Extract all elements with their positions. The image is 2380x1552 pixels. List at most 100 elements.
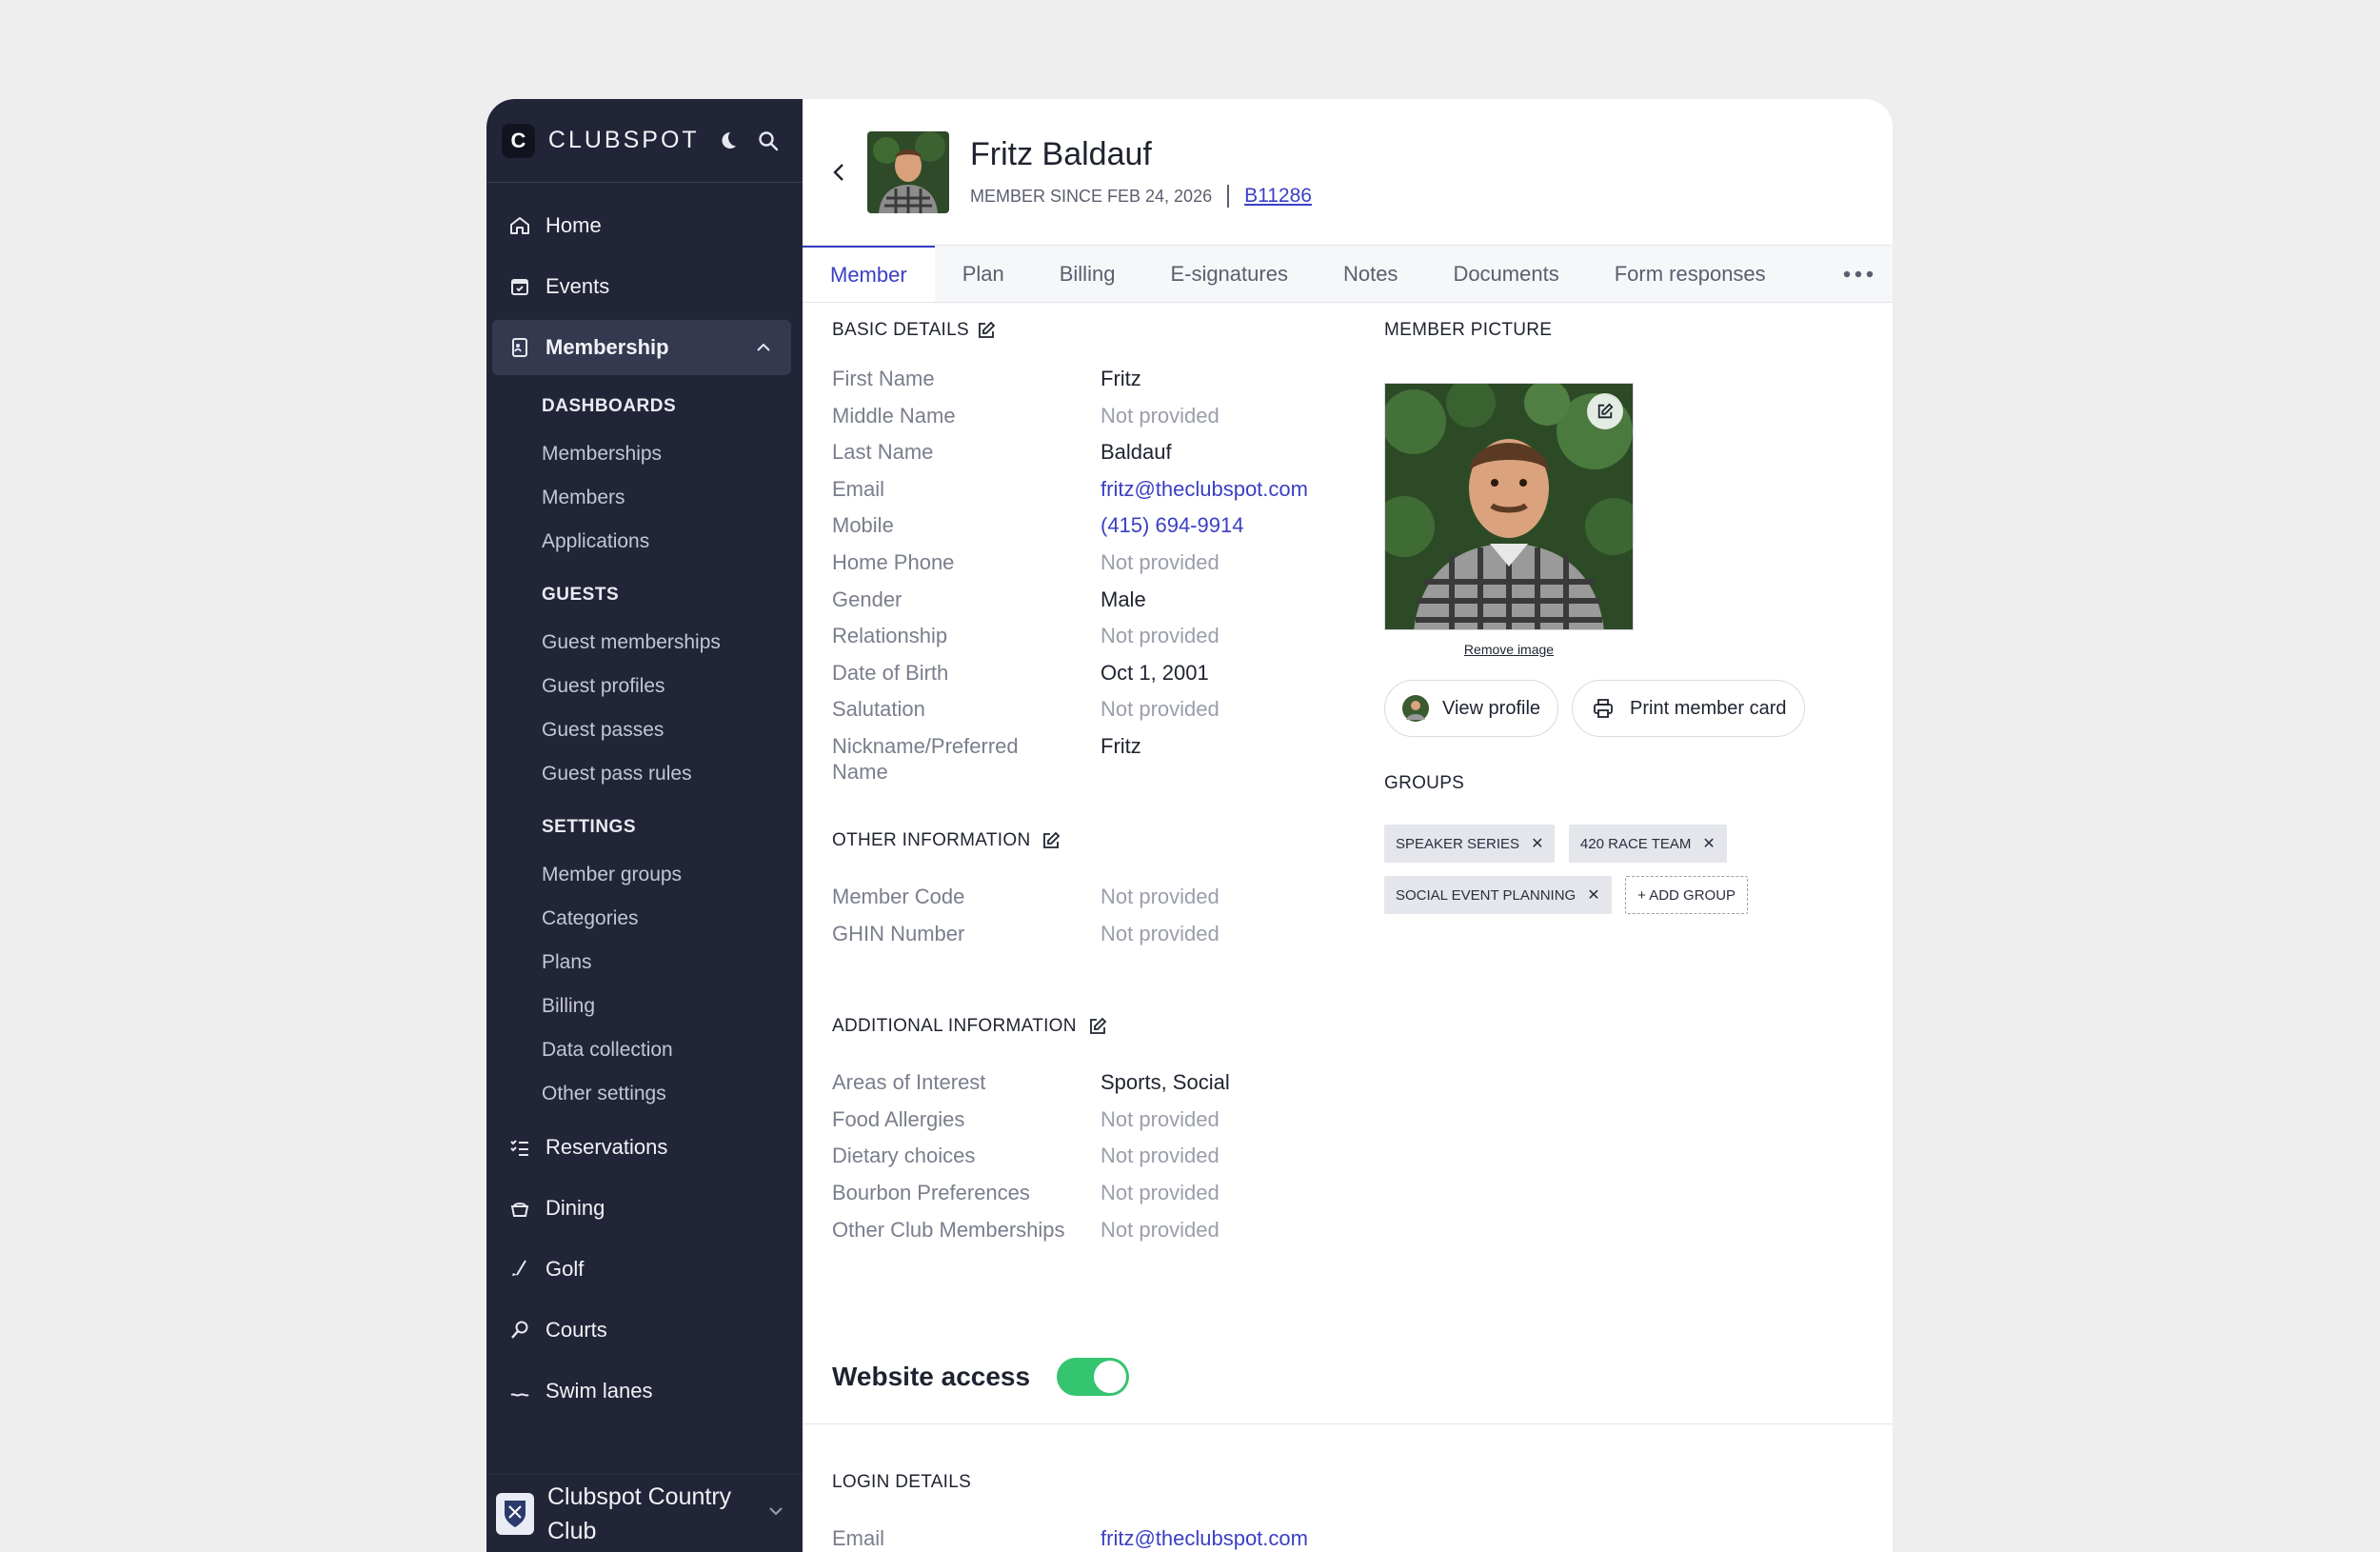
- submenu-item-guest-profiles[interactable]: Guest profiles: [486, 665, 803, 708]
- submenu-item-plans[interactable]: Plans: [486, 941, 803, 985]
- member-id-link[interactable]: B11286: [1244, 185, 1312, 208]
- chevron-down-icon[interactable]: [766, 1502, 785, 1525]
- swim-icon: [507, 1379, 532, 1403]
- sidebar: C CLUBSPOT Home Events Membership DASHBO…: [486, 99, 803, 1552]
- login-details-section: LOGIN DETAILS Email fritz@theclubspot.com: [832, 1468, 1403, 1552]
- submenu-item-data-collection[interactable]: Data collection: [486, 1028, 803, 1072]
- group-chip-label: SPEAKER SERIES: [1396, 835, 1520, 852]
- remove-group-icon[interactable]: ✕: [1587, 885, 1599, 905]
- tab-notes[interactable]: Notes: [1316, 246, 1425, 302]
- field-label: Nickname/Preferred Name: [832, 733, 1019, 784]
- edit-icon[interactable]: [977, 321, 996, 340]
- section-title: OTHER INFORMATION: [832, 826, 1384, 855]
- sidebar-item-reservations[interactable]: Reservations: [492, 1120, 791, 1175]
- printer-icon: [1590, 695, 1616, 722]
- avatar: [1402, 695, 1429, 722]
- tab-billing[interactable]: Billing: [1032, 246, 1143, 302]
- main-panel: Fritz Baldauf MEMBER SINCE FEB 24, 2026 …: [803, 99, 1893, 1552]
- group-chips: SPEAKER SERIES ✕ 420 RACE TEAM ✕ SOCIAL EV…: [1384, 825, 1784, 927]
- email-link[interactable]: fritz@theclubspot.com: [1101, 476, 1308, 513]
- sidebar-item-home[interactable]: Home: [492, 198, 791, 253]
- edit-picture-icon[interactable]: [1587, 393, 1623, 429]
- field-label: GHIN Number: [832, 921, 965, 945]
- dark-mode-icon[interactable]: [715, 128, 741, 154]
- edit-icon[interactable]: [1041, 831, 1061, 850]
- tab-member[interactable]: Member: [803, 246, 935, 302]
- section-title: ADDITIONAL INFORMATION: [832, 1012, 1384, 1041]
- submenu-item-memberships[interactable]: Memberships: [486, 432, 803, 476]
- sidebar-item-golf[interactable]: Golf: [492, 1242, 791, 1297]
- field-label: Mobile: [832, 513, 894, 538]
- chevron-up-icon[interactable]: [753, 337, 774, 358]
- sidebar-item-events[interactable]: Events: [492, 259, 791, 314]
- login-email-link[interactable]: fritz@theclubspot.com: [1101, 1525, 1308, 1552]
- submenu-item-member-groups[interactable]: Member groups: [486, 853, 803, 897]
- tab-documents[interactable]: Documents: [1425, 246, 1586, 302]
- basic-details-rows: First Name Fritz Middle Name Not provided …: [832, 366, 1384, 786]
- field-value: Not provided: [1101, 403, 1220, 428]
- dining-icon: [507, 1196, 532, 1221]
- sidebar-item-label: Golf: [545, 1257, 585, 1281]
- field-value: Not provided: [1101, 1144, 1220, 1168]
- submenu-heading-guests: GUESTS: [542, 585, 620, 605]
- field-value: Fritz: [1101, 367, 1141, 390]
- login-details-title: LOGIN DETAILS: [832, 1472, 972, 1492]
- sidebar-nav: Home Events Membership DASHBOARDS Member…: [486, 183, 803, 1419]
- submenu-item-other-settings[interactable]: Other settings: [486, 1072, 803, 1116]
- edit-icon[interactable]: [1088, 1017, 1107, 1036]
- submenu-item-guest-pass-rules[interactable]: Guest pass rules: [486, 752, 803, 796]
- add-group-button[interactable]: + ADD GROUP: [1625, 876, 1749, 914]
- app-window: C CLUBSPOT Home Events Membership DASHBO…: [486, 99, 1893, 1552]
- tab-plan[interactable]: Plan: [935, 246, 1032, 302]
- field-value: Not provided: [1101, 921, 1220, 945]
- remove-group-icon[interactable]: ✕: [1531, 834, 1543, 853]
- sidebar-item-label: Home: [545, 213, 602, 237]
- member-picture-title: MEMBER PICTURE: [1384, 320, 1553, 340]
- remove-image-link[interactable]: Remove image: [1384, 642, 1634, 657]
- website-access-toggle[interactable]: [1057, 1357, 1130, 1396]
- sidebar-item-membership[interactable]: Membership: [492, 320, 791, 375]
- detail-row: Email fritz@theclubspot.com: [832, 476, 1384, 513]
- club-switcher[interactable]: Clubspot Country Club: [486, 1474, 803, 1552]
- member-meta: MEMBER SINCE FEB 24, 2026 B11286: [970, 185, 1312, 208]
- submenu-item-applications[interactable]: Applications: [486, 520, 803, 564]
- submenu-item-guest-passes[interactable]: Guest passes: [486, 708, 803, 752]
- sidebar-item-dining[interactable]: Dining: [492, 1181, 791, 1236]
- avatar: [867, 130, 949, 213]
- brand-logo[interactable]: C: [502, 123, 535, 158]
- additional-info-section: ADDITIONAL INFORMATION Areas of Interest…: [832, 1012, 1384, 1253]
- remove-group-icon[interactable]: ✕: [1702, 834, 1715, 853]
- group-chip-label: 420 RACE TEAM: [1579, 835, 1692, 852]
- member-heading: Fritz Baldauf MEMBER SINCE FEB 24, 2026 …: [970, 136, 1312, 208]
- search-icon[interactable]: [756, 128, 782, 154]
- detail-row: Areas of Interest Sports, Social: [832, 1069, 1384, 1106]
- field-label: Last Name: [832, 440, 934, 465]
- tab-e-signatures[interactable]: E-signatures: [1142, 246, 1316, 302]
- member-content: BASIC DETAILS First Name Fritz Middle Nam…: [803, 303, 1893, 1253]
- submenu-item-categories[interactable]: Categories: [486, 897, 803, 941]
- view-profile-label: View profile: [1442, 697, 1541, 719]
- sidebar-item-swim[interactable]: Swim lanes: [492, 1363, 791, 1419]
- submenu-item-guest-memberships[interactable]: Guest memberships: [486, 621, 803, 665]
- back-arrow-icon[interactable]: [825, 158, 854, 187]
- brand-name: CLUBSPOT: [547, 127, 700, 153]
- detail-row: Last Name Baldauf: [832, 439, 1384, 476]
- detail-row: Email fritz@theclubspot.com: [832, 1525, 1403, 1552]
- group-chip: SOCIAL EVENT PLANNING ✕: [1384, 876, 1612, 914]
- view-profile-button[interactable]: View profile: [1384, 680, 1559, 737]
- submenu-item-billing[interactable]: Billing: [486, 985, 803, 1028]
- more-options-icon[interactable]: [1843, 246, 1874, 302]
- member-picture: [1384, 383, 1634, 630]
- print-member-card-button[interactable]: Print member card: [1572, 680, 1805, 737]
- member-name: Fritz Baldauf: [970, 136, 1152, 172]
- tab-form-responses[interactable]: Form responses: [1587, 246, 1794, 302]
- detail-row: Other Club Memberships Not provided: [832, 1217, 1384, 1254]
- picture-actions: View profile Print member card: [1384, 680, 1818, 737]
- group-chip: 420 RACE TEAM ✕: [1568, 825, 1727, 863]
- field-label: First Name: [832, 367, 935, 390]
- phone-link[interactable]: (415) 694-9914: [1101, 512, 1243, 549]
- sidebar-item-label: Membership: [545, 335, 669, 359]
- field-value: Oct 1, 2001: [1101, 660, 1209, 685]
- sidebar-item-courts[interactable]: Courts: [492, 1303, 791, 1358]
- submenu-item-members[interactable]: Members: [486, 476, 803, 520]
